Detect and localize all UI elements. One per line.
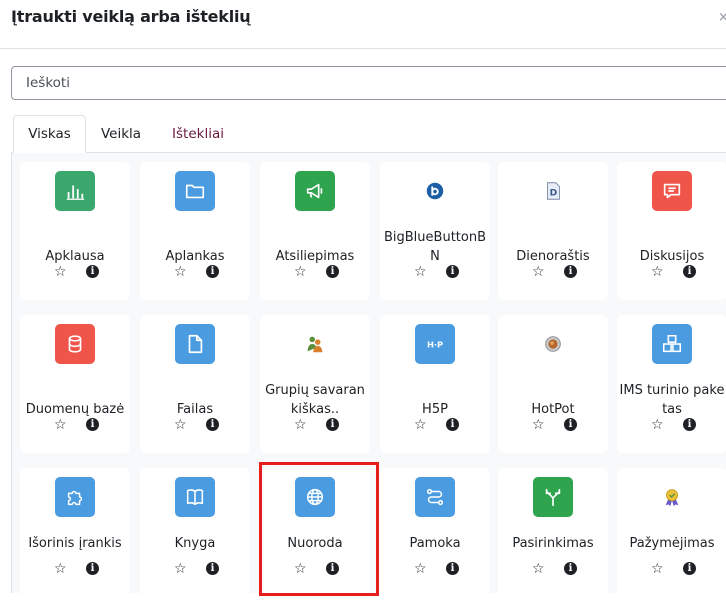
star-icon[interactable]: ☆: [414, 264, 427, 280]
star-icon[interactable]: ☆: [54, 561, 67, 577]
tab-resources[interactable]: Ištekliai: [160, 115, 236, 153]
module-card-pasirinkimas[interactable]: Pasirinkimas ☆ i: [498, 468, 608, 606]
star-icon[interactable]: ☆: [174, 561, 187, 577]
module-name: Aplankas: [165, 249, 225, 264]
module-name: Failas: [176, 402, 214, 417]
hotpot-icon: [533, 324, 573, 364]
package-icon: [652, 324, 692, 364]
info-icon[interactable]: i: [683, 418, 696, 431]
star-icon[interactable]: ☆: [174, 264, 187, 280]
module-card-h5p[interactable]: H·P H5P ☆ i: [380, 315, 490, 453]
info-icon[interactable]: i: [446, 562, 459, 575]
search-box: [11, 66, 726, 100]
info-icon[interactable]: i: [206, 562, 219, 575]
module-name: Apklausa: [45, 249, 105, 264]
choice-icon: [533, 477, 573, 517]
certificate-icon: [652, 477, 692, 517]
module-name: Knyga: [174, 536, 216, 551]
module-name: BigBlueButtonBN: [383, 230, 486, 264]
info-icon[interactable]: i: [564, 562, 577, 575]
info-icon[interactable]: i: [86, 562, 99, 575]
info-icon[interactable]: i: [86, 418, 99, 431]
module-card-duomenu-baze[interactable]: Duomenų bazė ☆ i: [20, 315, 130, 453]
module-card-isorinis-irankis[interactable]: Išorinis įrankis ☆ i: [20, 468, 130, 606]
star-icon[interactable]: ☆: [532, 264, 545, 280]
star-icon[interactable]: ☆: [532, 417, 545, 433]
star-icon[interactable]: ☆: [532, 561, 545, 577]
module-name: Duomenų bazė: [25, 402, 125, 417]
book-icon: [175, 477, 215, 517]
file-icon: [175, 324, 215, 364]
database-icon: [55, 324, 95, 364]
lesson-path-icon: [415, 477, 455, 517]
module-name: Pasirinkimas: [512, 536, 594, 551]
star-icon[interactable]: ☆: [294, 264, 307, 280]
info-icon[interactable]: i: [326, 418, 339, 431]
info-icon[interactable]: i: [206, 418, 219, 431]
star-icon[interactable]: ☆: [651, 264, 664, 280]
module-card-pazymejimas[interactable]: Pažymėjimas ☆ i: [617, 468, 726, 606]
journal-icon: D: [533, 171, 573, 211]
module-card-bigbluebuttonbn[interactable]: BigBlueButtonBN ☆ i: [380, 162, 490, 300]
module-card-dienorastis[interactable]: D Dienoraštis ☆ i: [498, 162, 608, 300]
info-icon[interactable]: i: [564, 418, 577, 431]
info-icon[interactable]: i: [206, 265, 219, 278]
svg-text:D: D: [550, 188, 558, 199]
star-icon[interactable]: ☆: [54, 264, 67, 280]
module-name: Dienoraštis: [516, 249, 590, 264]
info-icon[interactable]: i: [683, 265, 696, 278]
bigbluebutton-icon: [415, 171, 455, 211]
folder-icon: [175, 171, 215, 211]
module-name: HotPot: [531, 402, 575, 417]
info-icon[interactable]: i: [446, 418, 459, 431]
star-icon[interactable]: ☆: [651, 561, 664, 577]
module-name: Pažymėjimas: [629, 536, 715, 551]
module-card-diskusijos[interactable]: Diskusijos ☆ i: [617, 162, 726, 300]
module-name: IMS turinio paketas: [619, 383, 725, 417]
module-name: Grupių savarankiškas..: [265, 383, 365, 417]
h5p-icon: H·P: [415, 324, 455, 364]
module-card-apklausa[interactable]: Apklausa ☆ i: [20, 162, 130, 300]
tab-all[interactable]: Viskas: [13, 115, 86, 153]
info-icon[interactable]: i: [564, 265, 577, 278]
tab-activities[interactable]: Veikla: [86, 115, 156, 153]
module-name: Išorinis įrankis: [28, 536, 122, 551]
star-icon[interactable]: ☆: [174, 417, 187, 433]
module-card-grupiu-savarankiskas[interactable]: Grupių savarankiškas.. ☆ i: [260, 315, 370, 453]
module-card-failas[interactable]: Failas ☆ i: [140, 315, 250, 453]
module-card-atsiliepimas[interactable]: Atsiliepimas ☆ i: [260, 162, 370, 300]
bar-chart-icon: [55, 171, 95, 211]
megaphone-icon: [295, 171, 335, 211]
star-icon[interactable]: ☆: [54, 417, 67, 433]
module-name: Pamoka: [409, 536, 461, 551]
module-card-pamoka[interactable]: Pamoka ☆ i: [380, 468, 490, 606]
puzzle-icon: [55, 477, 95, 517]
header-divider: [0, 48, 726, 49]
nuoroda-highlight-box: [259, 462, 379, 596]
module-card-knyga[interactable]: Knyga ☆ i: [140, 468, 250, 606]
star-icon[interactable]: ☆: [414, 417, 427, 433]
module-card-ims-turinio-paketas[interactable]: IMS turinio paketas ☆ i: [617, 315, 726, 453]
module-name: Atsiliepimas: [275, 249, 355, 264]
star-icon[interactable]: ☆: [414, 561, 427, 577]
star-icon[interactable]: ☆: [294, 417, 307, 433]
star-icon[interactable]: ☆: [651, 417, 664, 433]
info-icon[interactable]: i: [326, 265, 339, 278]
module-name: H5P: [422, 402, 448, 417]
info-icon[interactable]: i: [86, 265, 99, 278]
close-icon[interactable]: ×: [718, 10, 726, 25]
module-card-hotpot[interactable]: HotPot ☆ i: [498, 315, 608, 453]
forum-icon: [652, 171, 692, 211]
info-icon[interactable]: i: [446, 265, 459, 278]
group-selfselect-icon: [295, 324, 335, 364]
info-icon[interactable]: i: [683, 562, 696, 575]
search-input[interactable]: [12, 67, 726, 99]
dialog-title: Įtraukti veiklą arba išteklių: [11, 7, 251, 26]
module-card-aplankas[interactable]: Aplankas ☆ i: [140, 162, 250, 300]
svg-text:H·P: H·P: [427, 340, 443, 350]
module-name: Diskusijos: [639, 249, 705, 264]
